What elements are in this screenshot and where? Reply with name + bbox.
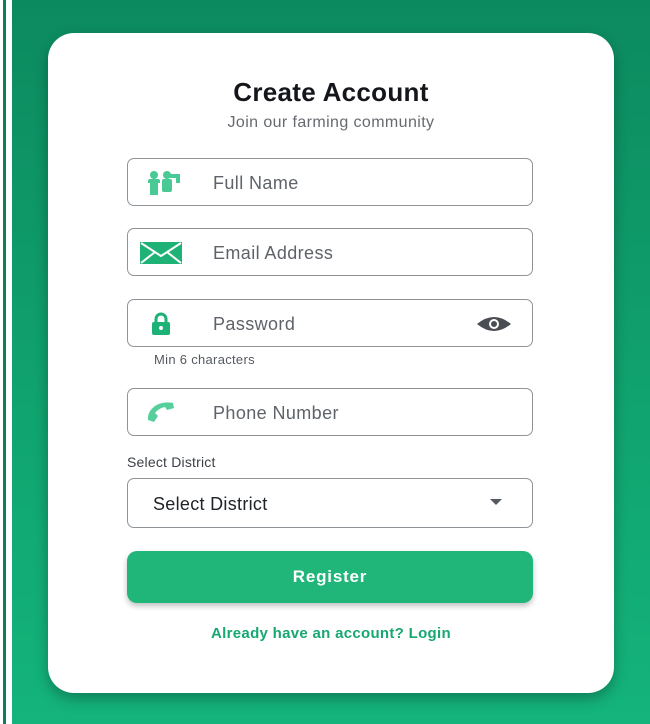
login-link[interactable]: Already have an account? Login (48, 625, 614, 642)
register-button[interactable]: Register (127, 551, 533, 603)
chevron-down-icon (490, 499, 502, 505)
district-label: Select District (127, 454, 216, 470)
people-icon (138, 169, 184, 197)
register-card: Create Account Join our farming communit… (48, 33, 614, 693)
password-placeholder: Password (213, 314, 296, 334)
lock-icon (138, 310, 184, 338)
phone-field[interactable]: Phone Number (127, 388, 533, 436)
phone-placeholder: Phone Number (213, 403, 339, 423)
window-edge (3, 0, 6, 724)
password-field[interactable]: Password (127, 299, 533, 347)
page-title: Create Account (233, 77, 429, 107)
full-name-field[interactable]: Full Name (127, 158, 533, 206)
district-selected-value: Select District (153, 494, 268, 514)
district-select[interactable]: Select District (127, 478, 533, 528)
full-name-placeholder: Full Name (213, 173, 299, 193)
page-subtitle: Join our farming community (227, 114, 435, 131)
password-hint: Min 6 characters (154, 352, 255, 367)
email-field[interactable]: Email Address (127, 228, 533, 276)
email-placeholder: Email Address (213, 243, 334, 263)
envelope-icon (138, 239, 184, 267)
eye-icon[interactable] (474, 313, 514, 335)
phone-icon (138, 399, 184, 427)
